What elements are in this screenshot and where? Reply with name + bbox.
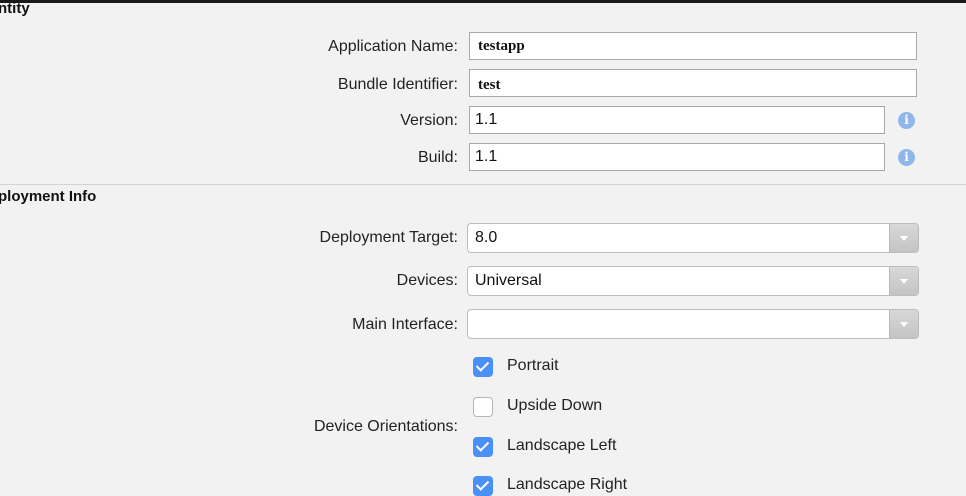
section-divider xyxy=(0,184,966,185)
app-name-label: Application Name: xyxy=(328,38,458,55)
portrait-label[interactable]: Portrait xyxy=(507,357,559,375)
chevron-down-icon[interactable] xyxy=(889,310,918,338)
chevron-down-icon[interactable] xyxy=(889,224,918,252)
version-label: Version: xyxy=(400,112,458,129)
devices-label: Devices: xyxy=(396,272,458,289)
build-label: Build: xyxy=(417,149,458,166)
app-name-field[interactable]: testapp xyxy=(469,32,917,60)
upside-down-label[interactable]: Upside Down xyxy=(507,397,602,415)
chevron-down-icon[interactable] xyxy=(889,267,918,295)
info-icon[interactable]: i xyxy=(898,112,915,129)
bundle-identifier-label: Bundle Identifier: xyxy=(337,76,458,93)
devices-value: Universal xyxy=(475,272,542,289)
window-top-edge xyxy=(0,0,966,3)
upside-down-checkbox[interactable] xyxy=(473,397,493,417)
build-field[interactable]: 1.1 xyxy=(469,143,885,171)
device-orientations-label: Device Orientations: xyxy=(313,418,458,435)
deployment-section-title: ployment Info xyxy=(0,188,97,205)
landscape-left-checkbox[interactable] xyxy=(473,437,493,457)
deployment-target-label: Deployment Target: xyxy=(319,229,458,246)
info-icon[interactable]: i xyxy=(898,149,915,166)
version-field[interactable]: 1.1 xyxy=(469,106,885,134)
bundle-identifier-field[interactable]: test xyxy=(469,69,917,97)
landscape-left-label[interactable]: Landscape Left xyxy=(507,437,616,455)
main-interface-label: Main Interface: xyxy=(352,316,458,333)
identity-section-title: ntity xyxy=(0,0,30,17)
deployment-target-select[interactable]: 8.0 xyxy=(467,223,919,253)
main-interface-select[interactable] xyxy=(467,309,919,339)
portrait-checkbox[interactable] xyxy=(473,357,493,377)
deployment-target-value: 8.0 xyxy=(475,229,498,246)
devices-select[interactable]: Universal xyxy=(467,266,919,296)
landscape-right-label[interactable]: Landscape Right xyxy=(507,476,627,494)
landscape-right-checkbox[interactable] xyxy=(473,476,493,496)
